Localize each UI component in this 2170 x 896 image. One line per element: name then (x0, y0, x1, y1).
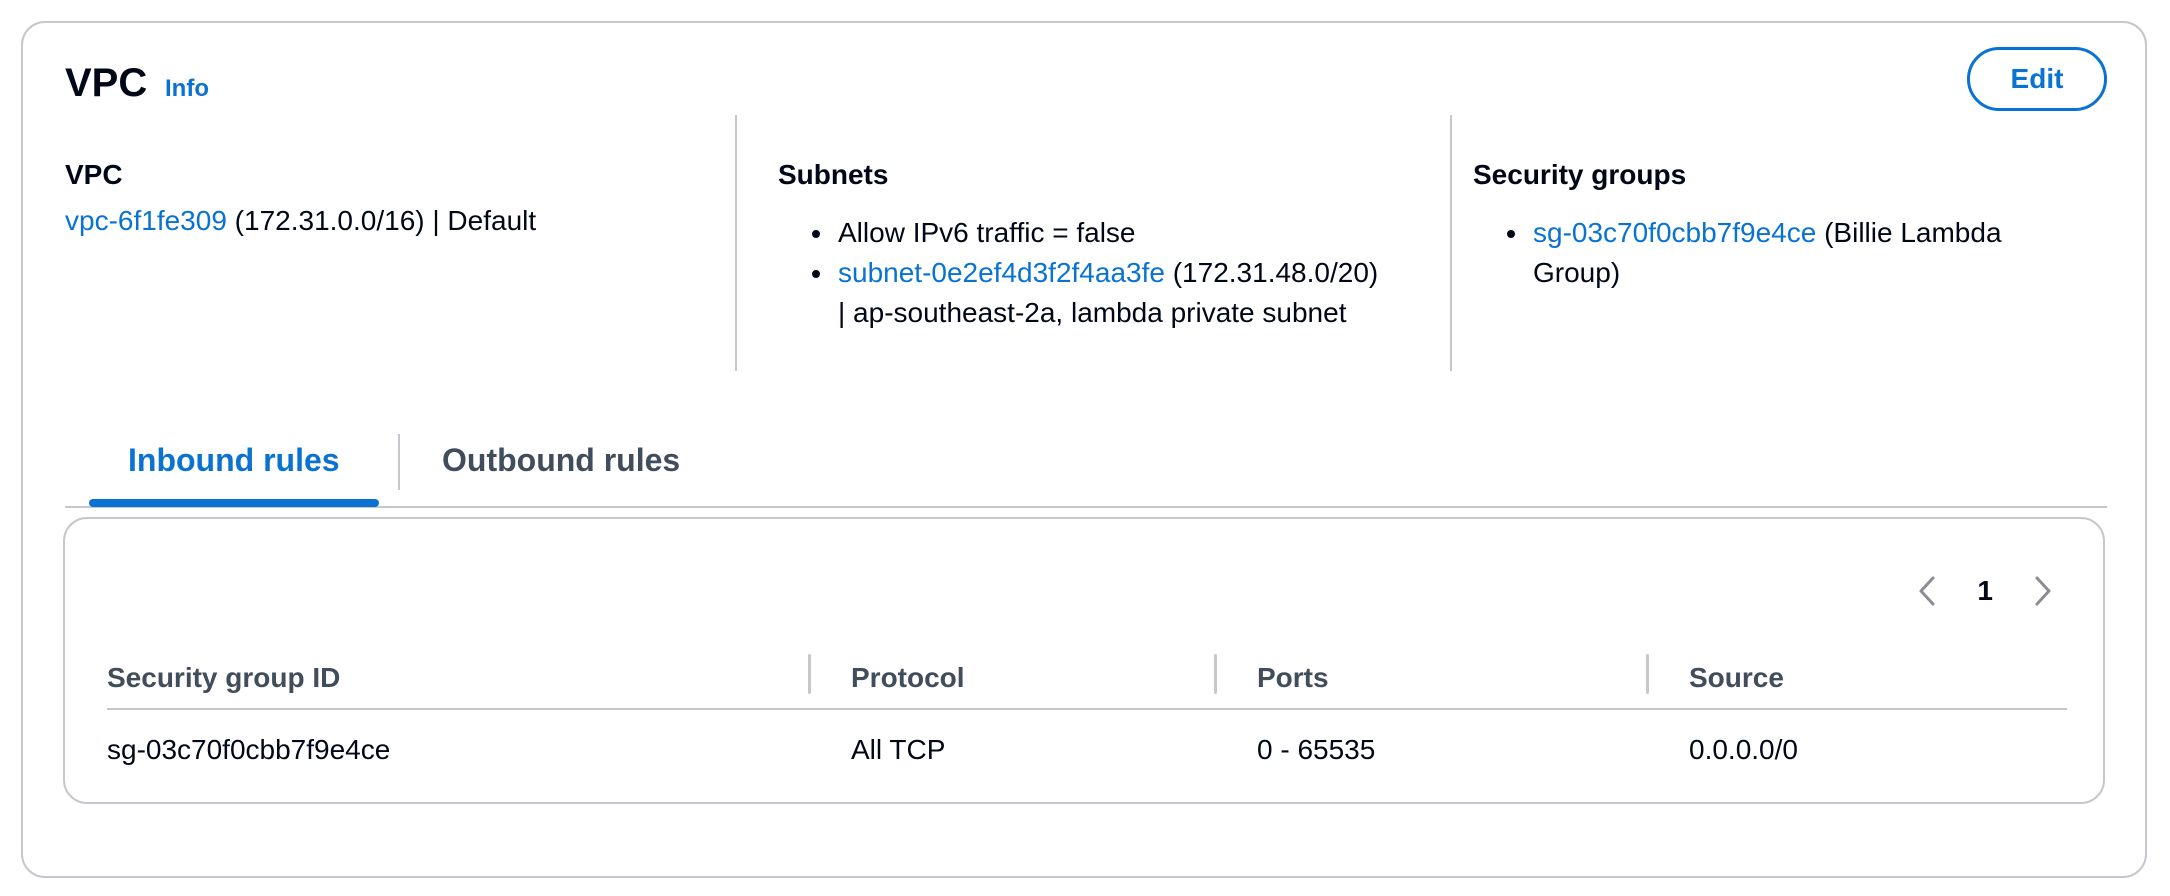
security-group-name: (Billie Lambda (1816, 217, 2002, 248)
subnet-cidr: (172.31.48.0/20) (1164, 257, 1379, 288)
vpc-label: VPC (65, 159, 123, 190)
ipv6-setting: Allow IPv6 traffic = false (838, 217, 1136, 248)
table-row: sg-03c70f0cbb7f9e4ce All TCP 0 - 65535 0… (107, 734, 2067, 774)
rules-tabs: Inbound rules Outbound rules (65, 408, 2107, 508)
cell-source: 0.0.0.0/0 (1689, 734, 1798, 765)
list-item: sg-03c70f0cbb7f9e4ce (Billie Lambda Grou… (1507, 213, 2113, 293)
security-group-link[interactable]: sg-03c70f0cbb7f9e4ce (1533, 217, 1816, 248)
column-resizer[interactable] (1214, 654, 1217, 694)
edit-button[interactable]: Edit (1967, 47, 2107, 111)
tab-divider (398, 434, 400, 490)
column-resizer[interactable] (808, 654, 811, 694)
security-groups-label: Security groups (1473, 159, 1687, 190)
table-header: Security group ID Protocol Ports Source (107, 654, 2067, 710)
subnet-link[interactable]: subnet-0e2ef4d3f2f4aa3fe (838, 257, 1165, 288)
vpc-value: vpc-6f1fe309 (172.31.0.0/16) | Default (65, 201, 735, 241)
subnet-zone: | ap-southeast-2a, lambda private subnet (838, 297, 1347, 328)
panel-title: VPC (65, 61, 148, 105)
tab-inbound-rules[interactable]: Inbound rules (128, 442, 340, 479)
column-header-security-group-id[interactable]: Security group ID (107, 662, 340, 694)
cell-security-group-id: sg-03c70f0cbb7f9e4ce (107, 734, 391, 765)
vpc-column: VPC vpc-6f1fe309 (172.31.0.0/16) | Defau… (65, 115, 737, 371)
subnets-list: Allow IPv6 traffic = false subnet-0e2ef4… (812, 213, 1450, 333)
active-tab-indicator (89, 499, 379, 507)
info-link[interactable]: Info (165, 75, 209, 103)
column-header-ports[interactable]: Ports (1257, 662, 1329, 694)
column-header-source[interactable]: Source (1689, 662, 1784, 694)
chevron-right-icon[interactable] (2023, 571, 2063, 611)
column-resizer[interactable] (1646, 654, 1649, 694)
list-item: Allow IPv6 traffic = false (812, 213, 1450, 253)
subnets-label: Subnets (778, 159, 889, 190)
security-group-name-cont: Group) (1533, 257, 1621, 288)
tab-outbound-rules[interactable]: Outbound rules (442, 442, 680, 479)
vpc-id-link[interactable]: vpc-6f1fe309 (65, 205, 227, 236)
vpc-detail: (172.31.0.0/16) | Default (226, 205, 537, 236)
security-groups-list: sg-03c70f0cbb7f9e4ce (Billie Lambda Grou… (1507, 213, 2113, 293)
subnets-column: Subnets Allow IPv6 traffic = false subne… (758, 115, 1452, 371)
cell-protocol: All TCP (851, 734, 946, 765)
list-item: subnet-0e2ef4d3f2f4aa3fe (172.31.48.0/20… (812, 253, 1450, 333)
rules-table-card: 1 Security group ID Protocol Ports Sourc… (63, 517, 2105, 804)
pagination: 1 (1907, 571, 2063, 611)
cell-ports: 0 - 65535 (1257, 734, 1376, 765)
page-number[interactable]: 1 (1977, 575, 1993, 607)
column-header-protocol[interactable]: Protocol (851, 662, 965, 694)
security-groups-column: Security groups sg-03c70f0cbb7f9e4ce (Bi… (1453, 115, 2113, 371)
chevron-left-icon[interactable] (1907, 571, 1947, 611)
